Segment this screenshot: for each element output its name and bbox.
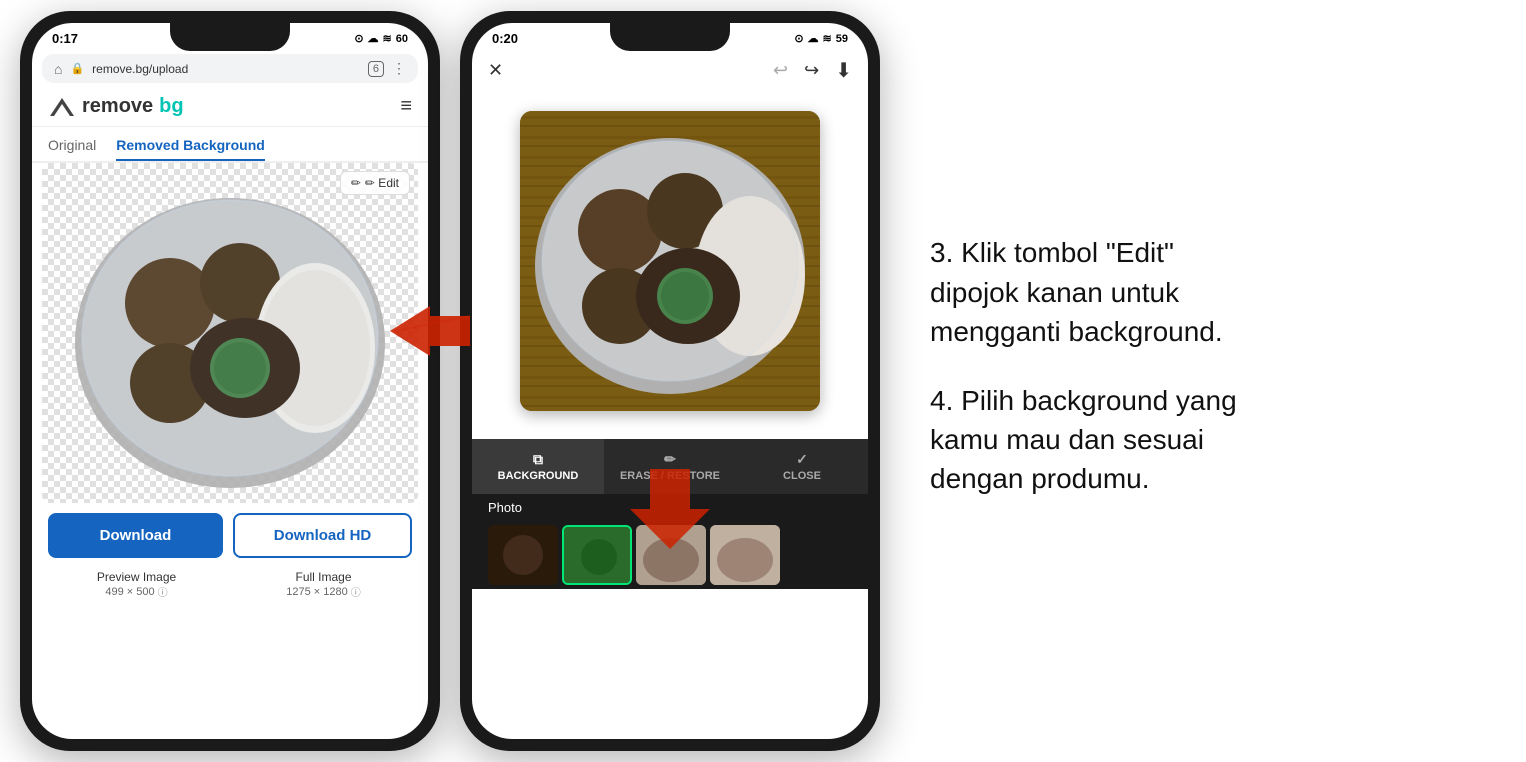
lock-icon: 🔒	[70, 62, 84, 75]
phone1-status-icons: ⊙ ☁ ≋ 60	[354, 32, 408, 45]
removebg-logo-icon	[48, 96, 76, 118]
preview-size: 499 × 500 ⓘ	[48, 584, 225, 599]
thumb-1[interactable]	[488, 525, 558, 585]
phone1-time: 0:17	[52, 31, 78, 46]
arrow-annotation-2	[610, 469, 730, 554]
undo-icon[interactable]: ↩	[773, 60, 788, 81]
close-tab[interactable]: ✓ CLOSE	[736, 439, 868, 494]
phone2-time: 0:20	[492, 31, 518, 46]
background-tab[interactable]: ⧉ BACKGROUND	[472, 439, 604, 494]
hamburger-icon[interactable]: ≡	[400, 95, 412, 118]
phone1-mockup: 0:17 ⊙ ☁ ≋ 60 ⌂ 🔒 remove.bg/upload 6 ⋮	[20, 11, 440, 751]
phone2-mockup: 0:20 ⊙ ☁ ≋ 59 ✕ ↩ ↪ ⬇	[460, 11, 880, 751]
checkmark-icon: ✓	[796, 451, 808, 468]
tab-count[interactable]: 6	[368, 61, 384, 77]
step4-text: 4. Pilih background yang kamu mau dan se…	[930, 381, 1250, 499]
layers-icon: ⧉	[533, 451, 543, 468]
pencil-icon: ✏	[351, 176, 361, 190]
home-icon: ⌂	[54, 61, 62, 77]
edit-label: ✏ Edit	[365, 176, 399, 190]
arrow-annotation-1	[370, 306, 470, 371]
full-info: Full Image 1275 × 1280 ⓘ	[235, 570, 412, 599]
close-label: CLOSE	[783, 470, 821, 482]
phone1-screen: 0:17 ⊙ ☁ ≋ 60 ⌂ 🔒 remove.bg/upload 6 ⋮	[32, 23, 428, 739]
step3-text: 3. Klik tombol "Edit" dipojok kanan untu…	[930, 233, 1250, 351]
phone2-screen: 0:20 ⊙ ☁ ≋ 59 ✕ ↩ ↪ ⬇	[472, 23, 868, 739]
removebg-header: remove bg ≡	[32, 87, 428, 127]
red-arrow-1	[370, 306, 470, 366]
edit-button[interactable]: ✏ ✏ Edit	[340, 171, 410, 195]
browser-url[interactable]: remove.bg/upload	[92, 62, 360, 76]
phone2-container: 0:20 ⊙ ☁ ≋ 59 ✕ ↩ ↪ ⬇	[460, 11, 880, 751]
logo-bg-text: bg	[159, 95, 183, 118]
red-arrow-2	[610, 469, 730, 549]
phone2-top-bar: ✕ ↩ ↪ ⬇	[472, 50, 868, 91]
full-label: Full Image	[235, 570, 412, 584]
eraser-icon: ✏	[664, 451, 676, 468]
logo-remove-text: remove	[82, 95, 153, 118]
phone2-status-icons: ⊙ ☁ ≋ 59	[794, 32, 848, 45]
phone2-food-svg	[520, 111, 820, 411]
removed-bg-image-area: ✏ ✏ Edit	[42, 163, 418, 503]
download-button[interactable]: Download	[48, 513, 223, 558]
download-hd-button[interactable]: Download HD	[233, 513, 412, 558]
browser-bar[interactable]: ⌂ 🔒 remove.bg/upload 6 ⋮	[42, 54, 418, 83]
download-section: Download Download HD	[32, 503, 428, 568]
main-container: 0:17 ⊙ ☁ ≋ 60 ⌂ 🔒 remove.bg/upload 6 ⋮	[0, 0, 1526, 762]
tab-original[interactable]: Original	[48, 133, 96, 161]
phone2-food-image	[520, 111, 820, 411]
background-label: BACKGROUND	[498, 470, 579, 482]
top-actions: ↩ ↪ ⬇	[773, 58, 852, 83]
full-size: 1275 × 1280 ⓘ	[235, 584, 412, 599]
phone2-image-area	[488, 91, 852, 431]
info-icon2: ⓘ	[351, 584, 361, 599]
close-x-button[interactable]: ✕	[488, 60, 503, 81]
redo-icon[interactable]: ↪	[804, 60, 819, 81]
food-svg	[60, 173, 400, 493]
preview-label: Preview Image	[48, 570, 225, 584]
phone1-container: 0:17 ⊙ ☁ ≋ 60 ⌂ 🔒 remove.bg/upload 6 ⋮	[20, 11, 440, 751]
food-image	[42, 163, 418, 503]
instructions-panel: 3. Klik tombol "Edit" dipojok kanan untu…	[900, 213, 1280, 548]
more-icon[interactable]: ⋮	[392, 60, 406, 77]
removebg-logo: remove bg	[48, 95, 184, 118]
preview-info: Preview Image 499 × 500 ⓘ	[48, 570, 225, 599]
download-icon[interactable]: ⬇	[835, 58, 852, 83]
tabs-bar: Original Removed Background	[32, 127, 428, 163]
phone2-notch	[610, 23, 730, 51]
tab-removed-bg[interactable]: Removed Background	[116, 133, 265, 161]
image-info: Preview Image 499 × 500 ⓘ Full Image 127…	[32, 568, 428, 601]
info-icon: ⓘ	[158, 584, 168, 599]
phone1-notch	[170, 23, 290, 51]
